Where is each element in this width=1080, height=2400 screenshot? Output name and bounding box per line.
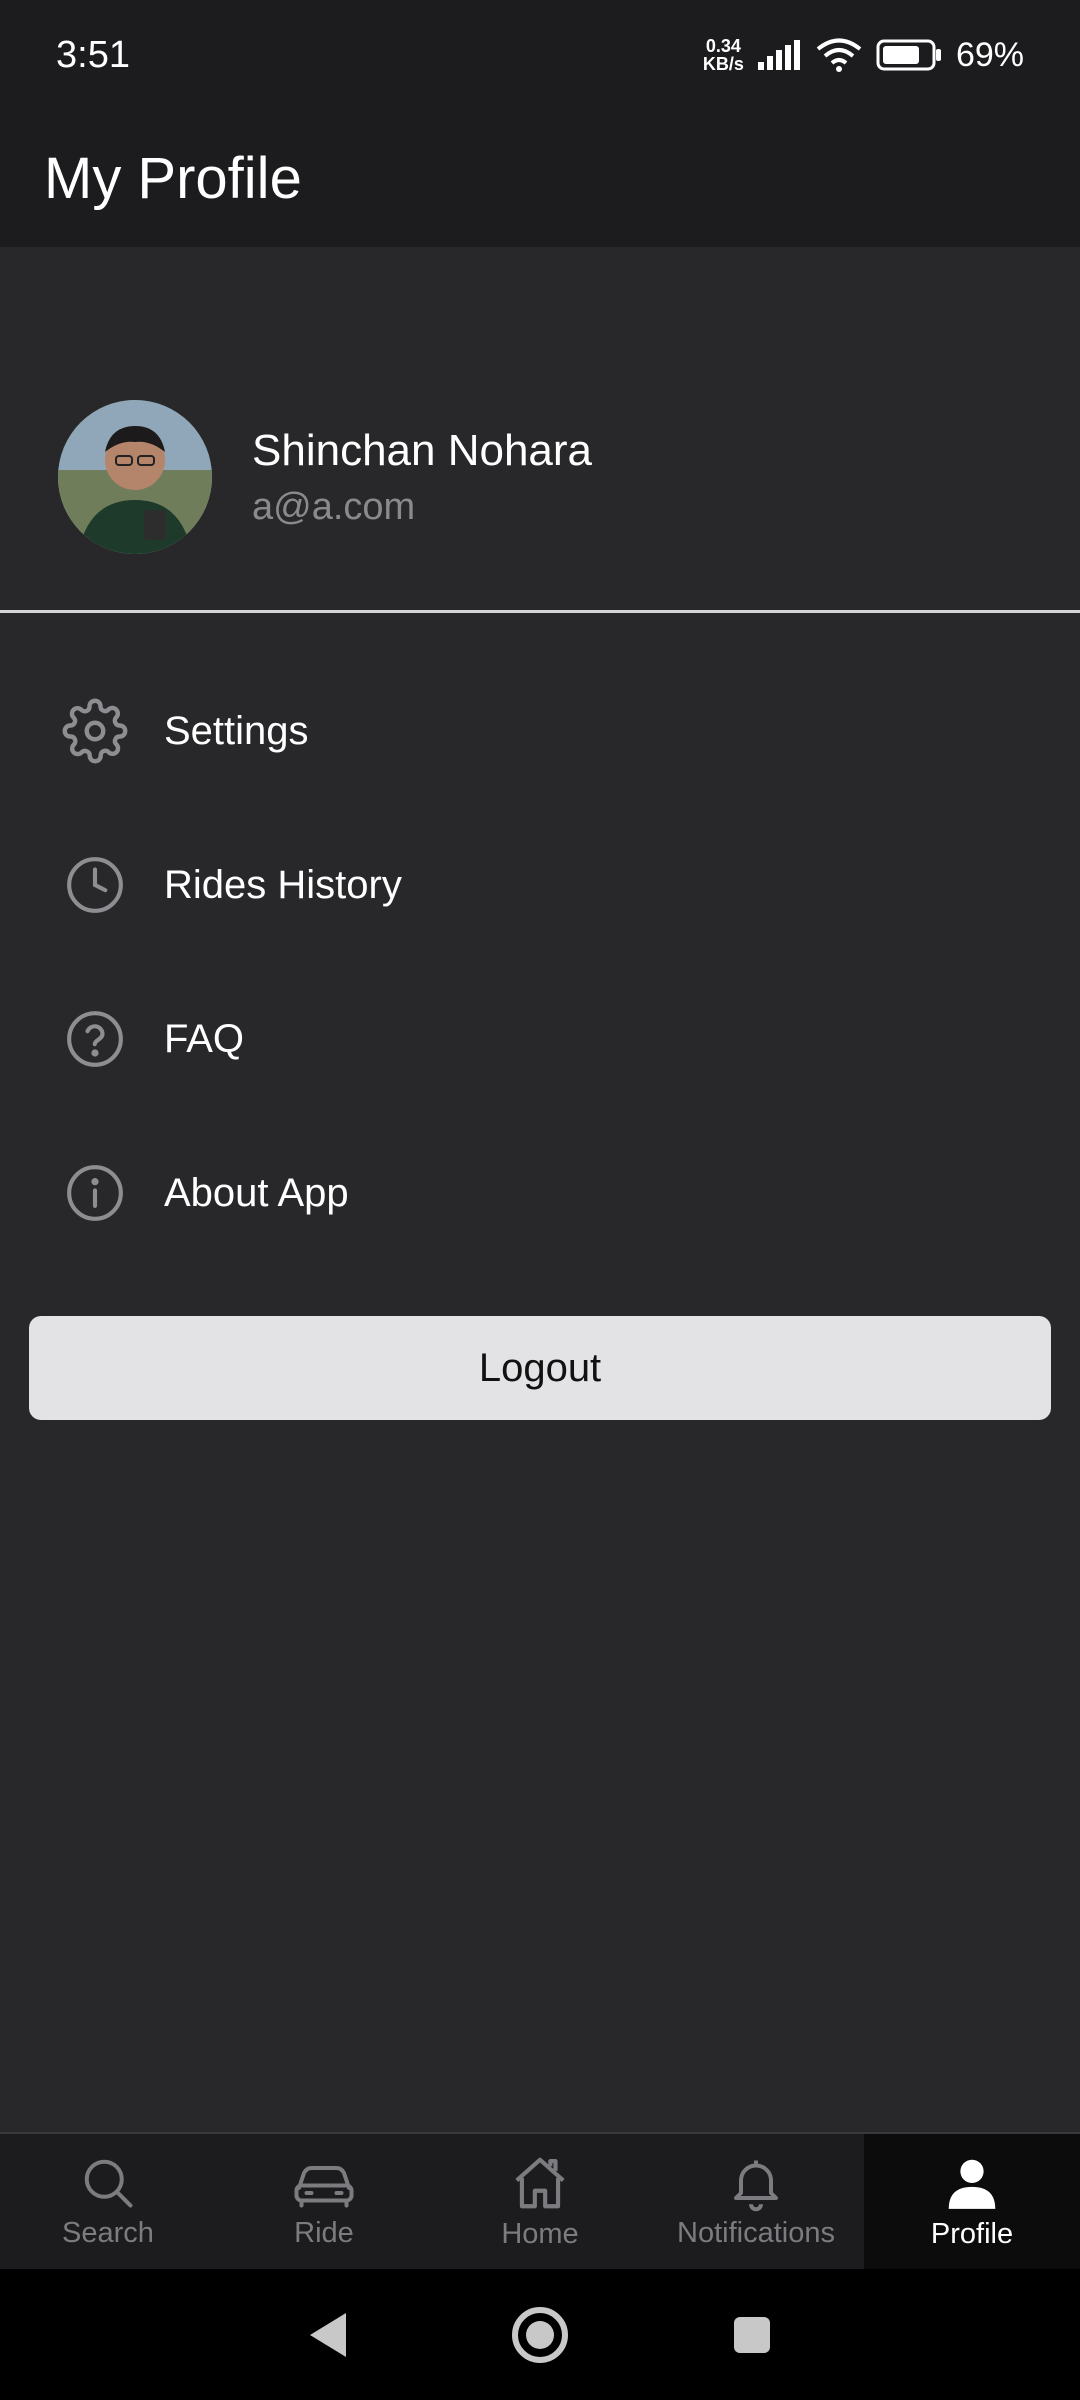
user-name: Shinchan Nohara — [252, 425, 593, 475]
car-icon — [294, 2166, 354, 2208]
question-icon — [62, 1006, 128, 1072]
menu-item-rides-history[interactable]: Rides History — [0, 808, 1080, 962]
tab-label: Profile — [930, 2218, 1014, 2250]
page-title: My Profile — [44, 146, 302, 211]
user-email: a@a.com — [252, 485, 416, 528]
bottom-tab-bar: Search Ride Home Notifications Profile — [0, 2132, 1080, 2269]
tab-label: Search — [62, 2217, 154, 2249]
person-icon — [948, 2159, 996, 2209]
menu-item-label: FAQ — [164, 1016, 245, 1061]
bell-icon — [734, 2160, 778, 2212]
wifi-icon — [816, 38, 862, 72]
tab-notifications[interactable]: Notifications — [648, 2134, 864, 2269]
status-time: 3:51 — [56, 33, 130, 76]
profile-divider — [0, 610, 1080, 613]
tab-label: Notifications — [677, 2217, 835, 2249]
search-icon — [84, 2159, 133, 2208]
menu-item-label: Rides History — [164, 862, 402, 907]
home-circle-icon[interactable] — [510, 2305, 570, 2365]
info-icon — [62, 1160, 128, 1226]
system-nav-bar — [0, 2269, 1080, 2400]
profile-card: Shinchan Nohara a@a.com — [58, 400, 592, 554]
gear-icon — [62, 698, 128, 764]
network-speed: 0.34 KB/s — [703, 37, 744, 73]
signal-icon — [757, 40, 800, 70]
tab-label: Home — [501, 2218, 579, 2250]
network-speed-unit: KB/s — [702, 54, 744, 74]
clock-icon — [62, 852, 128, 918]
tab-search[interactable]: Search — [0, 2134, 216, 2269]
user-info: Shinchan Nohara a@a.com — [252, 426, 592, 529]
menu-item-faq[interactable]: FAQ — [0, 962, 1080, 1116]
battery-percent: 69% — [955, 35, 1024, 74]
profile-menu: Settings Rides History FAQ About App — [0, 654, 1080, 1270]
menu-item-label: Settings — [164, 708, 309, 753]
app-bar: My Profile — [0, 110, 1080, 247]
tab-ride[interactable]: Ride — [216, 2134, 432, 2269]
back-icon[interactable] — [306, 2309, 350, 2361]
status-bar: 3:51 0.34 KB/s 69% — [0, 0, 1080, 110]
recents-icon[interactable] — [730, 2313, 774, 2357]
tab-home[interactable]: Home — [432, 2134, 648, 2269]
battery-icon — [876, 39, 941, 71]
tab-label: Ride — [294, 2217, 354, 2249]
avatar — [58, 400, 212, 554]
menu-item-label: About App — [164, 1170, 349, 1215]
home-icon — [515, 2157, 565, 2209]
status-icons: 0.34 KB/s 69% — [703, 36, 1024, 75]
tab-profile[interactable]: Profile — [864, 2134, 1080, 2269]
menu-item-settings[interactable]: Settings — [0, 654, 1080, 808]
menu-item-about-app[interactable]: About App — [0, 1116, 1080, 1270]
network-speed-value: 0.34 — [705, 36, 741, 56]
logout-button[interactable]: Logout — [29, 1316, 1051, 1420]
